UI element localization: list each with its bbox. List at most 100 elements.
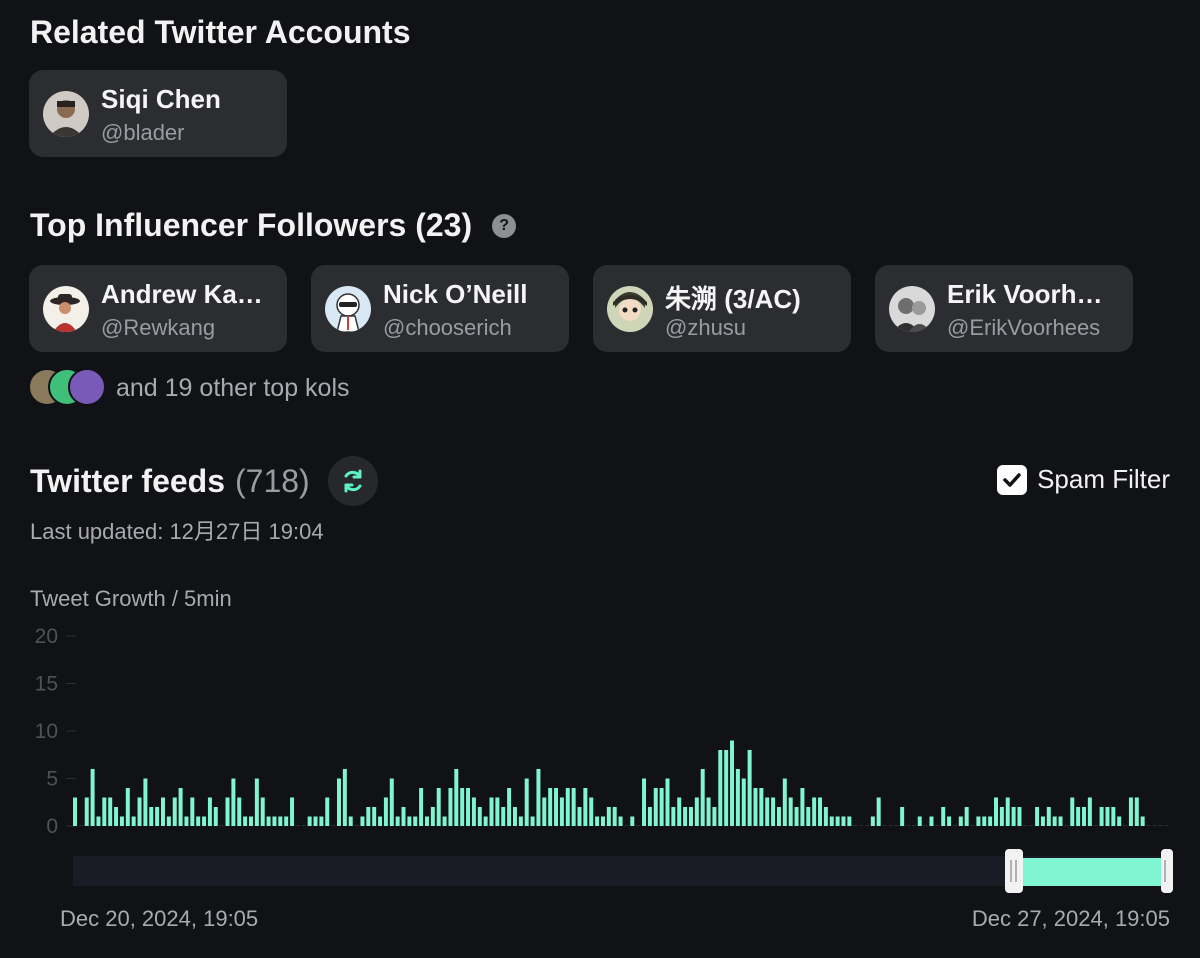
chart-bar <box>677 797 682 826</box>
chart-bar <box>876 797 881 826</box>
chart-bar <box>577 807 582 826</box>
anime-avatar-icon <box>607 286 653 332</box>
zoom-track[interactable] <box>73 856 1168 886</box>
influencer-card[interactable]: 朱溯 (3/AC) @zhusu <box>593 265 851 352</box>
chart-bar <box>489 797 494 826</box>
chart-bar <box>360 816 365 826</box>
chart-bar <box>753 788 758 826</box>
page: Related Twitter Accounts Siqi Chen @blad… <box>0 0 1200 958</box>
chart-bar <box>378 816 383 826</box>
influencer-followers-title: Top Influencer Followers (23) ? <box>30 207 517 244</box>
refresh-button[interactable] <box>327 456 378 506</box>
chart-bar <box>642 778 647 826</box>
chart-bar <box>800 788 805 826</box>
chart-bar <box>125 788 130 826</box>
chart-bar <box>84 797 89 826</box>
chart-bar <box>700 769 705 826</box>
chart-bar <box>565 788 570 826</box>
chart-bar <box>131 816 136 826</box>
chart-bar <box>325 797 330 826</box>
chart-bar <box>477 807 482 826</box>
chart-bar <box>213 807 218 826</box>
chart-bar <box>829 816 834 826</box>
influencer-handle: @Rewkang <box>101 315 216 340</box>
chart-bar <box>818 797 823 826</box>
influencer-cards: Andrew Ka… @Rewkang Nick O’Neill @choose… <box>0 265 1200 352</box>
chart-bar-empty <box>935 825 940 826</box>
chart-bar <box>1140 816 1145 826</box>
chart-bar <box>583 788 588 826</box>
question-mark-icon[interactable]: ? <box>492 213 517 238</box>
spam-filter-checkbox[interactable] <box>997 464 1028 495</box>
chart-bar <box>554 788 559 826</box>
chart-bar <box>290 797 295 826</box>
chart-bar <box>1099 807 1104 826</box>
chart-bar <box>143 778 148 826</box>
account-handle: @blader <box>101 120 185 145</box>
chart-bar-empty <box>952 825 957 826</box>
chart-bar-empty <box>219 825 224 826</box>
related-account-card[interactable]: Siqi Chen @blader <box>29 70 287 157</box>
chart-bar-empty <box>1029 825 1034 826</box>
influencer-name: Nick O’Neill <box>383 279 528 309</box>
chart-bar <box>202 816 207 826</box>
chart-bar-empty <box>859 825 864 826</box>
chart-bar <box>313 816 318 826</box>
zoom-selection[interactable] <box>1014 858 1166 886</box>
kol-avatar-icon <box>68 368 106 406</box>
influencer-handle: @chooserich <box>383 315 512 340</box>
chart-bar <box>548 788 553 826</box>
chart-bar <box>788 797 793 826</box>
chart-bar-empty <box>301 825 306 826</box>
chart-bar-empty <box>1146 825 1151 826</box>
chart-bar <box>114 807 119 826</box>
chart-bar <box>618 816 623 826</box>
spam-filter-toggle[interactable]: Spam Filter <box>997 464 1170 495</box>
chart-bar <box>518 816 523 826</box>
other-kols-text: and 19 other top kols <box>116 373 350 402</box>
chart-bar <box>988 816 993 826</box>
chart-bar <box>812 797 817 826</box>
chart-bar <box>653 788 658 826</box>
person-avatar-icon <box>43 91 89 137</box>
chart-bar <box>430 807 435 826</box>
chart-bar <box>1087 797 1092 826</box>
influencer-card[interactable]: Erik Voorh… @ErikVoorhees <box>875 265 1133 352</box>
chart-bar <box>941 807 946 826</box>
refresh-icon <box>344 469 362 493</box>
hat-avatar-icon <box>43 286 89 332</box>
chart-bar <box>1058 816 1063 826</box>
influencer-card[interactable]: Andrew Ka… @Rewkang <box>29 265 287 352</box>
chart-bar <box>730 740 735 826</box>
chart-bar <box>395 816 400 826</box>
chart-bar-empty <box>906 825 911 826</box>
chart-bar-empty <box>1158 825 1163 826</box>
chart-bar <box>507 788 512 826</box>
chart-bar <box>929 816 934 826</box>
last-updated-text: Last updated: 12月27日 19:04 <box>30 519 324 544</box>
chart-bar-empty <box>864 825 869 826</box>
chart-bar <box>589 797 594 826</box>
chart-bar <box>571 788 576 826</box>
range-end-label: Dec 27, 2024, 19:05 <box>971 906 1170 931</box>
chart-bar <box>847 816 852 826</box>
chart-bar <box>712 807 717 826</box>
chart-bar <box>319 816 324 826</box>
chart-bar <box>501 807 506 826</box>
other-kols[interactable]: and 19 other top kols <box>28 366 350 410</box>
chart-bar <box>630 816 635 826</box>
chart-bar <box>307 816 312 826</box>
chart-bar <box>407 816 412 826</box>
chart-bar <box>1128 797 1133 826</box>
zoom-handle-right[interactable] <box>1161 849 1173 893</box>
zoom-handle-left[interactable] <box>1005 849 1023 893</box>
chart-bar <box>155 807 160 826</box>
chart-bar <box>284 816 289 826</box>
chart-bar <box>841 816 846 826</box>
chart-bar <box>460 788 465 826</box>
chart-bar <box>771 797 776 826</box>
influencer-card[interactable]: Nick O’Neill @chooserich <box>311 265 569 352</box>
chart-bar <box>466 788 471 826</box>
chart-bar-empty <box>1123 825 1128 826</box>
chart-bar <box>207 797 212 826</box>
